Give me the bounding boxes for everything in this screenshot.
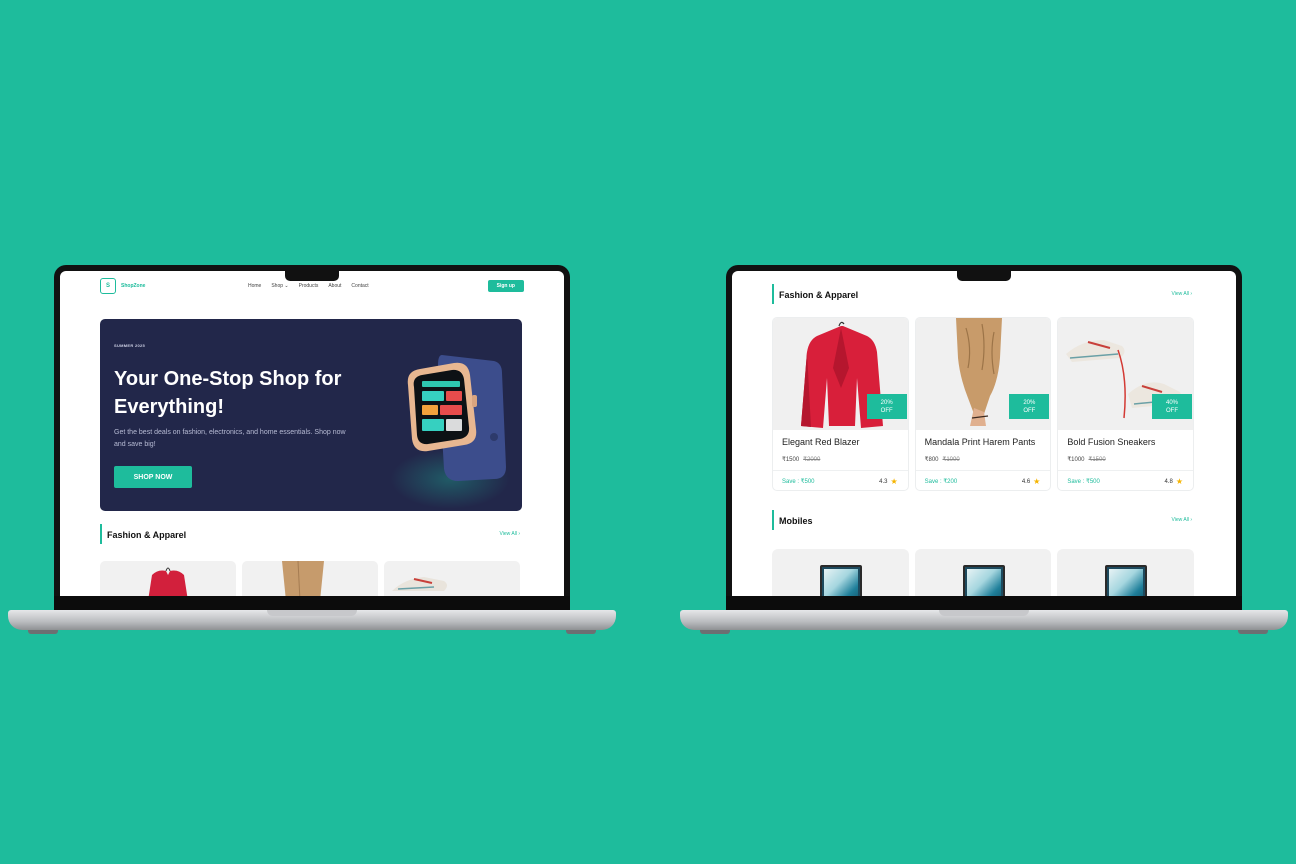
shop-now-button[interactable]: SHOP NOW [114,466,192,488]
tablet-image [1105,565,1148,596]
original-price: ₹1000 [942,457,960,463]
tablet-image [962,565,1005,596]
discount-badge: 20% OFF [1009,394,1050,419]
nav-item-home[interactable]: Home [248,283,261,289]
product-thumb-sneakers[interactable] [384,561,520,596]
smartwatch-image [407,355,506,481]
product-thumbnails [100,561,522,596]
view-all-link[interactable]: View All › [500,531,520,537]
harem-pants-image [282,561,324,596]
homepage-screen: S ShopZone Home Shop ⌄ Products About Co… [60,271,564,596]
star-icon: ★ [890,477,898,486]
product-card[interactable]: 20% OFF Mandala Print Harem Pants ₹800 ₹1… [914,317,1052,491]
product-rating: 4.8 ★ [1164,477,1184,486]
product-price: ₹800 ₹1000 [924,457,960,463]
product-card[interactable]: 40% OFF Bold Fusion Sneakers ₹1000 ₹1500 … [1057,317,1195,491]
product-thumb-blazer[interactable] [100,561,236,596]
laptop-chin [54,596,570,610]
shopping-bag-icon: S [100,278,116,294]
section-accent-bar [772,510,774,530]
nav-menu: Home Shop ⌄ Products About Contact [248,283,369,289]
star-icon: ★ [1175,477,1184,486]
original-price: ₹2000 [803,457,821,463]
nav-item-shop[interactable]: Shop ⌄ [271,283,288,289]
star-icon: ★ [1033,477,1041,486]
red-blazer-image [148,567,188,596]
logo[interactable]: S ShopZone [100,278,145,294]
section-title: Fashion & Apparel [779,290,859,300]
section-title: Fashion & Apparel [107,530,187,540]
discount-badge: 20% OFF [866,394,907,419]
nav-item-contact[interactable]: Contact [351,283,368,289]
section-accent-bar [100,524,102,544]
product-rating: 4.6 ★ [1021,477,1041,486]
hero-subtitle: Get the best deals on fashion, electroni… [114,429,346,448]
product-name: Mandala Print Harem Pants [924,437,1036,447]
savings-text: Save : ₹200 [924,479,958,485]
section-header-mobiles: Mobiles View All › [772,509,1194,531]
product-card[interactable] [914,549,1052,596]
product-thumb-pants[interactable] [242,561,378,596]
product-price: ₹1500 ₹2000 [782,457,821,463]
product-card[interactable] [772,549,909,596]
product-grid-mobiles [772,549,1195,596]
section-header-fashion: Fashion & Apparel View All › [772,283,1194,305]
product-rating: 4.3 ★ [879,477,898,486]
sneakers-image [392,577,447,591]
camera-notch [957,271,1011,281]
savings-text: Save : ₹500 [1067,479,1100,485]
product-name: Elegant Red Blazer [782,437,860,447]
savings-text: Save : ₹500 [782,479,815,485]
products-screen: Fashion & Apparel View All › 20% OFF Ele… [732,271,1236,596]
hero-eyebrow: SUMMER 2025 [114,343,146,348]
signup-button[interactable]: Sign up [487,280,524,292]
hero-banner: SUMMER 2025 Your One-Stop Shop for Every… [100,319,522,511]
laptop-base [680,610,1288,630]
section-accent-bar [772,284,774,304]
view-all-link[interactable]: View All › [1172,517,1192,523]
laptop-base [8,610,616,630]
laptop-chin [726,596,1242,610]
section-title: Mobiles [779,516,813,526]
product-grid-fashion: 20% OFF Elegant Red Blazer ₹1500 ₹2000 Sa… [772,317,1195,491]
nav-item-products[interactable]: Products [299,283,319,289]
laptop-lid: Fashion & Apparel View All › 20% OFF Ele… [726,265,1242,610]
view-all-link[interactable]: View All › [1172,291,1192,297]
product-price: ₹1000 ₹1500 [1067,457,1106,463]
original-price: ₹1500 [1088,457,1106,463]
product-card[interactable] [1057,549,1195,596]
product-card[interactable]: 20% OFF Elegant Red Blazer ₹1500 ₹2000 Sa… [772,317,909,491]
hero-title: Your One-Stop Shop for Everything! [114,368,342,418]
camera-notch [285,271,339,281]
product-name: Bold Fusion Sneakers [1067,437,1156,447]
nav-item-about[interactable]: About [328,283,341,289]
logo-text: ShopZone [121,283,146,289]
section-header-fashion: Fashion & Apparel View All › [100,523,522,545]
discount-badge: 40% OFF [1152,394,1193,419]
tablet-image [820,565,862,596]
laptop-lid: S ShopZone Home Shop ⌄ Products About Co… [54,265,570,610]
